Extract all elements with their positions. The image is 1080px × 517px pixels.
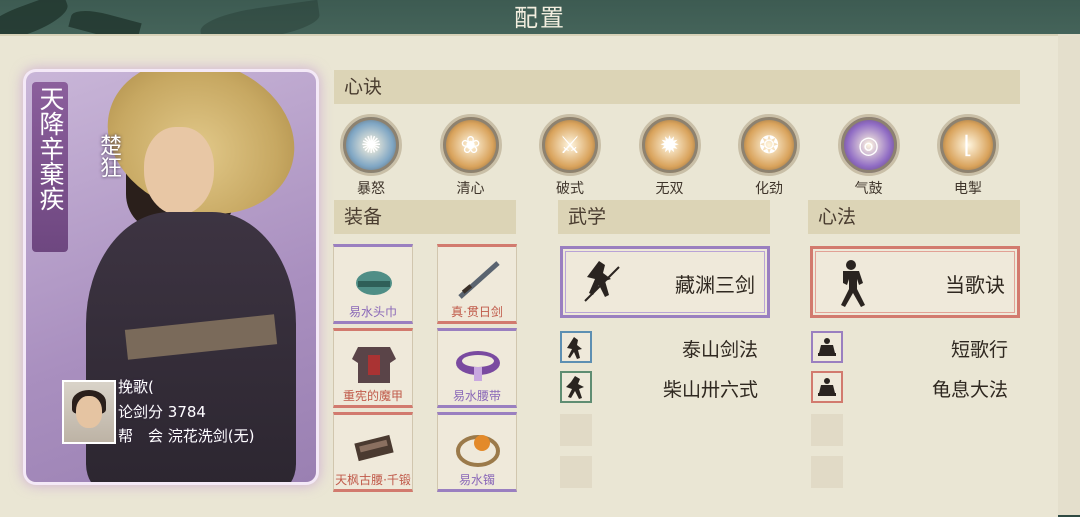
equipment-name: 易水头巾 [348,305,397,319]
boot-icon: ⌊ [937,114,999,176]
heart-skill-7[interactable]: ⌊ 电掣 [937,114,999,198]
mind-empty-slot-1[interactable] [811,414,843,446]
martial-main-slot[interactable]: 藏渊三剑 [560,246,770,318]
avatar[interactable] [62,380,116,444]
fighter-icon [566,376,584,399]
martial-empty-slot-2[interactable] [560,456,592,488]
heart-skill-label: 无双 [655,181,684,197]
equipment-name: 天枫古腰·千锻 [335,473,411,487]
swirl-icon: ❂ [738,114,800,176]
title-banner: 天降辛棄疾 [32,82,68,252]
equipment-name: 易水镯 [458,473,495,487]
stance-figure-icon [841,260,865,307]
sword-icon [458,261,500,299]
mind-sub-name-1: 短歌行 [950,339,1008,361]
player-name: 挽歌( [118,378,154,396]
mind-empty-slot-2[interactable] [811,456,843,488]
equipment-slot-4[interactable]: 易水腰带 [437,328,517,408]
guild-value: 浣花洗剑(无) [167,427,255,445]
armor-icon [352,347,396,383]
heart-skill-1[interactable]: ✺ 暴怒 [340,114,402,198]
character-face [144,127,214,215]
character-card[interactable]: 天降辛棄疾 楚狂 挽歌( 论剑分 3784 帮 会 浣花洗剑(无) [26,72,316,482]
heart-skill-label: 暴怒 [357,181,385,197]
section-heart: 心诀 [334,70,1020,104]
martial-sub-slot-2[interactable] [560,371,592,403]
heart-skill-6[interactable]: ◎ 气鼓 [837,114,900,198]
equipment-slot-2[interactable]: 真·贯日剑 [437,244,517,324]
equipment-slot-6[interactable]: 易水镯 [437,412,517,492]
scroll-icon [354,434,394,462]
heart-skill-label: 破式 [556,181,584,197]
mind-main-name: 当歌诀 [945,273,1005,297]
section-martial: 武学 [558,200,770,234]
score-line: 论剑分 3784 [118,401,206,422]
martial-sub-slot-1[interactable] [560,331,592,363]
equipment-name: 重宪的魔甲 [342,389,403,403]
vortex-icon: ◎ [837,114,900,176]
equipment-slot-3[interactable]: 重宪的魔甲 [333,328,413,408]
wolf-icon: ✺ [340,114,402,176]
martial-empty-slot-1[interactable] [560,414,592,446]
meditation-icon [818,378,836,396]
heart-skill-4[interactable]: ✹ 无双 [638,114,701,198]
score-value: 3784 [167,403,206,421]
guild-label: 帮 会 [118,427,164,445]
equipment-slot-5[interactable]: 天枫古腰·千锻 [333,412,413,492]
title-text: 天降辛棄疾 [36,86,65,211]
headband-icon [356,271,392,295]
lotus-icon: ❀ [439,114,502,176]
equipment-name: 易水腰带 [452,389,501,403]
swordsman-icon [584,261,620,302]
mind-main-slot[interactable]: 当歌诀 [810,246,1020,318]
mind-sub-slot-2[interactable] [811,371,843,403]
martial-main-name: 藏渊三剑 [675,273,755,297]
page-title: 配置 [514,4,566,32]
swordsman-icon [567,337,582,359]
panel-edge [1058,34,1080,515]
heart-skill-3[interactable]: ⚔ 破式 [539,114,601,198]
meditation-icon [818,338,836,356]
guild-line: 帮 会 浣花洗剑(无) [118,425,255,446]
mind-sub-name-2: 龟息大法 [931,379,1008,401]
belt-icon [456,351,500,381]
character-name: 楚狂 [96,134,121,178]
section-mind: 心法 [808,200,1020,234]
equipment-name: 真·贯日剑 [451,305,503,319]
heart-skill-5[interactable]: ❂ 化劲 [738,114,800,198]
score-label: 论剑分 [118,403,164,421]
equipment-slot-1[interactable]: 易水头巾 [333,244,413,324]
heart-skill-2[interactable]: ❀ 清心 [439,114,502,198]
section-equipment: 装备 [334,200,516,234]
martial-sub-name-2: 柴山卅六式 [662,379,758,401]
slash-icon: ⚔ [539,114,601,176]
martial-sub-name-1: 泰山剑法 [681,339,758,361]
burst-icon: ✹ [638,114,701,176]
heart-skill-label: 清心 [456,181,485,197]
heart-skill-label: 气鼓 [854,181,883,197]
mind-sub-slot-1[interactable] [811,331,843,363]
heart-skill-label: 化劲 [755,181,783,197]
bracelet-icon [456,435,500,467]
heart-skill-label: 电掣 [954,181,982,197]
